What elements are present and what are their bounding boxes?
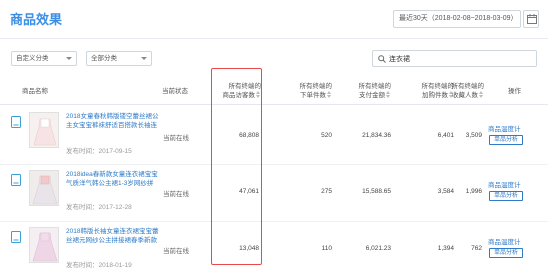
amount-value: 21,834.36 [362,132,391,139]
visitors-value: 13,048 [239,245,259,252]
product-thermometer-link[interactable]: 商品温度计 [488,123,521,133]
amount-value: 6,021.23 [365,245,391,252]
device-icon [11,231,21,243]
product-name-link[interactable]: 2018女童春秋韩版镂空蕾丝裙公主女宝宝裤袜舒适百搭款长袖连 [66,112,164,130]
status-text: 当前在线 [163,191,189,198]
table-row: 2018韩版长袖女童连衣裙宝宝蕾丝裙元网纱公主拼接裙春季新款 发布时间：2018… [0,223,548,279]
fav-value: 3,509 [465,132,482,139]
fav-value: 762 [471,245,482,252]
table-header: 商品名称 当前状态 所有终端的 商品访客数 所有终端的 下单件数 所有终端的 支… [0,79,548,103]
chevron-down-icon [66,57,72,60]
row-divider [0,164,548,165]
col-header-visitors-line1: 所有终端的 [228,83,262,90]
row-divider [0,221,548,222]
col-header-fav[interactable]: 所有终端的 收藏人数 [434,82,485,100]
item-analysis-button[interactable]: 单品分析 [489,248,523,258]
status-text: 当前在线 [163,135,189,142]
product-thumbnail[interactable] [29,112,59,148]
device-icon [11,174,21,186]
orders-value: 520 [321,132,332,139]
chevron-down-icon [141,57,147,60]
calendar-button[interactable] [523,10,539,28]
date-range-selector[interactable]: 最近30天（2018-02-08~2018-03-09） [393,10,521,28]
publish-time: 发布时间：2017-09-15 [66,148,132,155]
all-category-select[interactable]: 全部分类 [86,51,152,66]
col-header-orders-line2: 下单件数 [300,92,326,99]
sort-icon [479,91,484,99]
col-header-visitors[interactable]: 所有终端的 商品访客数 [212,82,262,100]
col-header-amount[interactable]: 所有终端的 支付金额 [341,82,392,100]
search-input[interactable] [389,52,529,65]
publish-time: 发布时间：2017-12-28 [66,204,132,211]
search-box[interactable] [372,50,537,67]
visitors-value: 68,808 [239,132,259,139]
orders-value: 110 [321,245,332,252]
col-header-fav-line1: 所有终端的 [451,83,485,90]
header-line [0,104,548,105]
sort-icon [327,91,332,99]
col-header-status: 当前状态 [162,88,188,95]
product-thermometer-link[interactable]: 商品温度计 [488,236,521,246]
product-name-link[interactable]: 2018idea春新款女童连衣裙宝宝气质洋气韩公主裙1-3岁网纱拼 [66,170,164,188]
col-header-name: 商品名称 [22,88,48,95]
product-name-link[interactable]: 2018韩版长袖女童连衣裙宝宝蕾丝裙元网纱公主拼接裙春季新款 [66,227,164,245]
col-header-action: 操作 [508,88,521,95]
device-icon [11,116,21,128]
col-header-amount-line1: 所有终端的 [358,83,392,90]
sort-icon [386,91,391,99]
product-thermometer-link[interactable]: 商品温度计 [488,179,521,189]
item-analysis-button[interactable]: 单品分析 [489,191,523,201]
product-thumbnail[interactable] [29,227,59,263]
item-analysis-button[interactable]: 单品分析 [489,135,523,145]
custom-category-label: 自定义分类 [16,55,49,62]
col-header-amount-line2: 支付金额 [359,92,385,99]
product-thumbnail[interactable] [29,170,59,206]
calendar-icon [527,14,537,24]
status-text: 当前在线 [163,248,189,255]
sort-icon [256,91,261,99]
fav-value: 1,996 [465,188,482,195]
col-header-visitors-line2: 商品访客数 [222,92,256,99]
orders-value: 275 [321,188,332,195]
search-icon [378,55,386,63]
header-divider [0,38,548,39]
col-header-fav-line2: 收藏人数 [452,92,478,99]
col-header-orders[interactable]: 所有终端的 下单件数 [282,82,333,100]
publish-time: 发布时间：2018-01-19 [66,262,132,269]
page-title: 商品效果 [10,12,63,27]
visitors-value: 47,061 [239,188,259,195]
table-row: 2018女童春秋韩版镂空蕾丝裙公主女宝宝裤袜舒适百搭款长袖连 发布时间：2017… [0,108,548,164]
amount-value: 15,588.65 [362,188,391,195]
all-category-label: 全部分类 [91,55,117,62]
table-row: 2018idea春新款女童连衣裙宝宝气质洋气韩公主裙1-3岁网纱拼 发布时间：2… [0,166,548,222]
custom-category-select[interactable]: 自定义分类 [11,51,77,66]
col-header-orders-line1: 所有终端的 [299,83,333,90]
